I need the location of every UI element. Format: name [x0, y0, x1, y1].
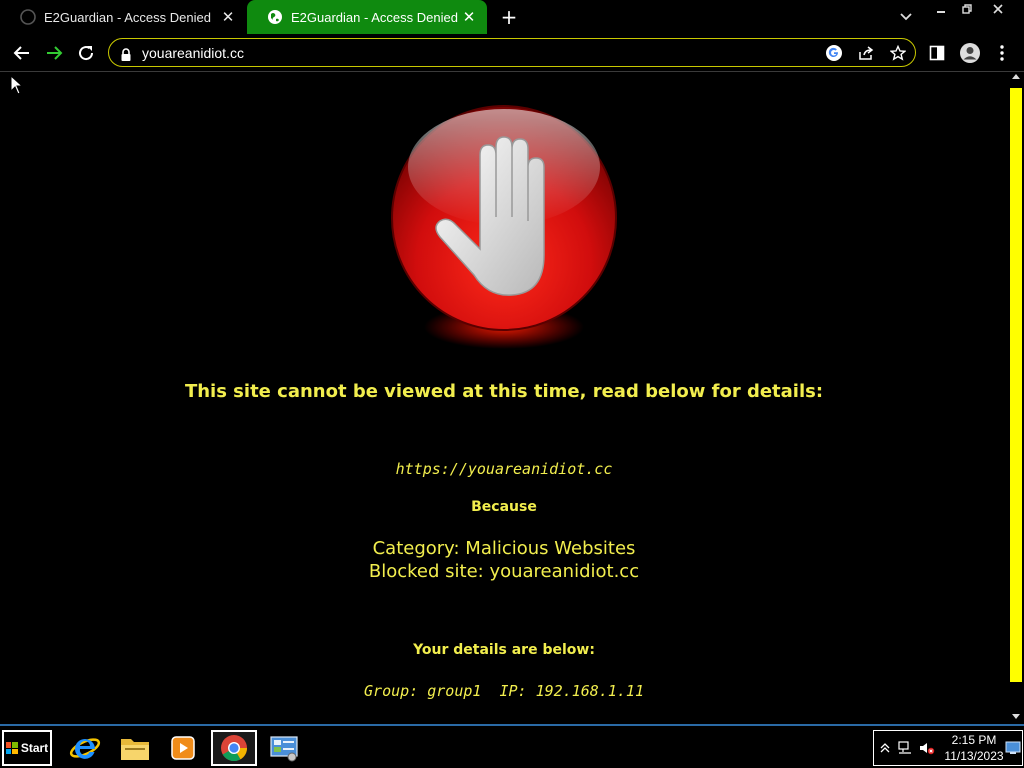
bookmark-star-icon[interactable]	[887, 42, 909, 64]
group-ip-info: Group: group1 IP: 192.168.1.11	[364, 682, 644, 700]
page-content: This site cannot be viewed at this time,…	[0, 72, 1008, 724]
menu-kebab-icon[interactable]	[988, 39, 1016, 67]
close-tab-icon[interactable]: ✕	[218, 7, 238, 27]
reload-icon[interactable]	[72, 39, 100, 67]
browser-toolbar: youareanidiot.cc	[0, 34, 1024, 72]
globe-icon	[20, 9, 36, 25]
address-url[interactable]: youareanidiot.cc	[142, 45, 244, 61]
globe-icon	[267, 9, 283, 25]
your-details-heading: Your details are below:	[413, 642, 595, 658]
scroll-up-arrow-icon[interactable]	[1012, 74, 1020, 79]
tab-title: E2Guardian - Access Denied	[44, 9, 211, 25]
block-category: Category: Malicious Websites	[372, 538, 636, 559]
minimize-icon[interactable]	[928, 0, 954, 18]
windows-flag-icon	[5, 742, 18, 754]
share-icon[interactable]	[855, 42, 877, 64]
blocked-site: Blocked site: youareanidiot.cc	[368, 561, 640, 582]
clock-time[interactable]: 2:15 PM	[944, 733, 1004, 747]
chrome-icon[interactable]	[211, 730, 257, 766]
block-headline: This site cannot be viewed at this time,…	[184, 381, 824, 402]
tab-inactive[interactable]: E2Guardian - Access Denied ✕	[0, 0, 246, 34]
tab-strip: E2Guardian - Access Denied ✕ E2Guardian …	[0, 0, 1024, 34]
close-tab-icon[interactable]: ✕	[459, 7, 479, 27]
start-button[interactable]: Start	[2, 730, 52, 766]
stop-hand-icon	[391, 105, 617, 349]
restore-icon[interactable]	[954, 0, 980, 18]
clock-date[interactable]: 11/13/2023	[942, 749, 1006, 763]
tab-active[interactable]: E2Guardian - Access Denied ✕	[247, 0, 487, 34]
scroll-thumb[interactable]	[1010, 88, 1022, 682]
back-arrow-icon[interactable]	[8, 39, 36, 67]
media-player-icon[interactable]	[160, 730, 206, 766]
taskbar: Start 2:15 PM 11/13/2023	[0, 724, 1024, 768]
tab-search-chevron-icon[interactable]	[895, 6, 917, 28]
tab-title: E2Guardian - Access Denied	[291, 9, 458, 25]
start-label: Start	[20, 741, 49, 755]
profile-avatar-icon[interactable]	[956, 39, 984, 67]
address-bar[interactable]: youareanidiot.cc	[108, 38, 916, 67]
speaker-muted-icon[interactable]	[918, 739, 936, 757]
control-panel-icon[interactable]	[261, 730, 307, 766]
mouse-cursor-icon	[10, 75, 24, 95]
forward-arrow-icon[interactable]	[40, 39, 68, 67]
blocked-url: https://youareanidiot.cc	[395, 460, 613, 478]
show-desktop-icon[interactable]	[1004, 739, 1022, 757]
internet-explorer-icon[interactable]	[62, 730, 108, 766]
file-explorer-icon[interactable]	[112, 730, 158, 766]
show-hidden-icons-chevron-icon[interactable]	[876, 739, 894, 757]
lock-icon[interactable]	[121, 46, 131, 65]
close-window-icon[interactable]	[984, 0, 1012, 18]
because-label: Because	[471, 499, 537, 515]
network-icon[interactable]	[896, 739, 914, 757]
new-tab-button[interactable]: +	[498, 6, 520, 28]
scroll-down-arrow-icon[interactable]	[1012, 714, 1020, 719]
system-tray: 2:15 PM 11/13/2023	[873, 730, 1023, 766]
side-panel-icon[interactable]	[923, 39, 951, 67]
vertical-scrollbar[interactable]	[1008, 72, 1024, 724]
google-lens-icon[interactable]	[823, 42, 845, 64]
